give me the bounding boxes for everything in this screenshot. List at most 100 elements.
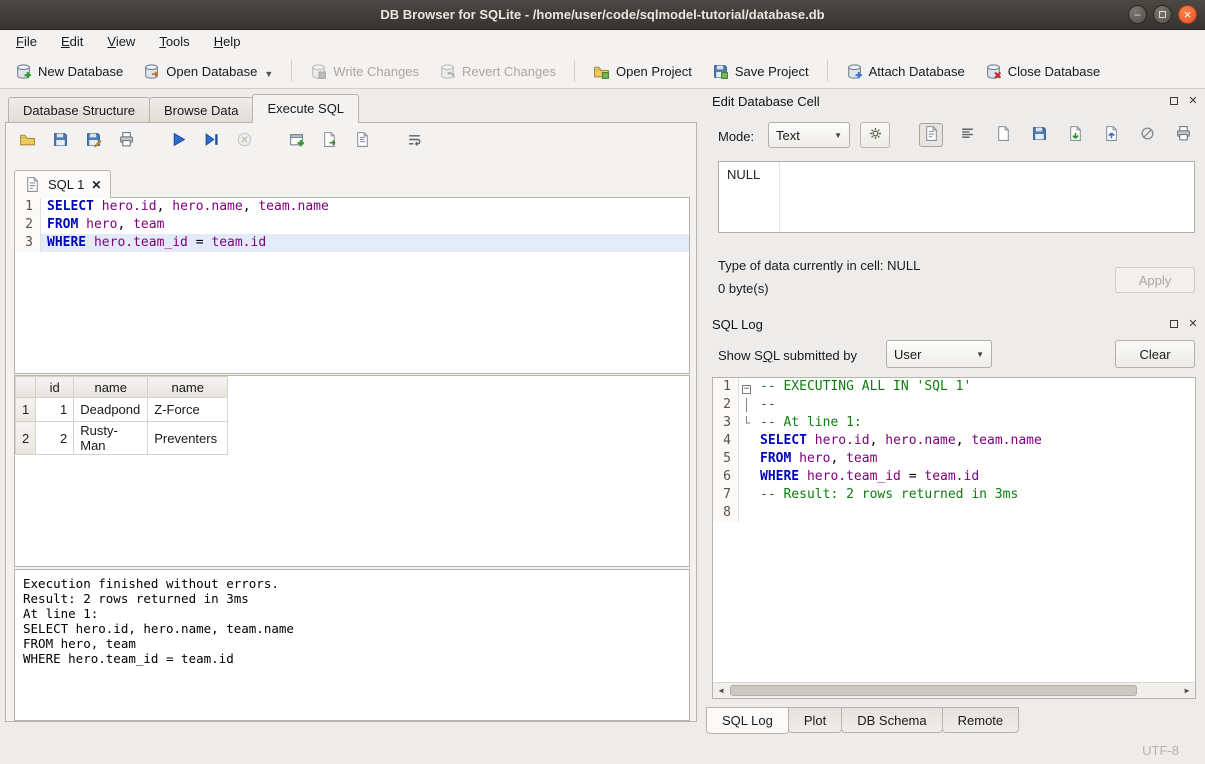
word-wrap-button[interactable] (403, 130, 425, 152)
export-icon (1103, 125, 1120, 145)
column-header[interactable]: name (74, 377, 148, 398)
execute-line-button[interactable] (200, 130, 222, 152)
menu-help[interactable]: Help (202, 30, 253, 54)
toolbar-separator (291, 60, 292, 82)
table-cell[interactable]: 2 (36, 422, 74, 455)
apply-settings-button[interactable] (860, 122, 890, 148)
clear-log-button[interactable]: Clear (1115, 340, 1195, 368)
float-dock-icon[interactable] (1168, 318, 1180, 330)
save-sql-file-button[interactable] (49, 130, 71, 152)
align-left-button[interactable] (955, 123, 979, 147)
toolbar-button-label: Save Project (735, 64, 809, 79)
tab-remote[interactable]: Remote (942, 707, 1020, 733)
tab-browse-data[interactable]: Browse Data (149, 97, 253, 123)
dropdown-arrow-icon[interactable]: ▼ (264, 69, 273, 80)
line-number: 2 (713, 396, 739, 414)
execute-all-button[interactable] (167, 130, 189, 152)
menubar: FileEditViewToolsHelp (0, 30, 1205, 54)
fold-collapse-icon[interactable]: − (742, 385, 751, 394)
statusbar: UTF-8 (0, 736, 1205, 764)
main-toolbar: New DatabaseOpen Database▼Write ChangesR… (0, 54, 1205, 89)
open-in-tab-button[interactable] (318, 130, 340, 152)
submitted-by-select[interactable]: User ▼ (886, 340, 992, 368)
table-cell[interactable]: Rusty-Man (74, 422, 148, 455)
print-button[interactable] (115, 130, 137, 152)
code-line: 2│-- (713, 396, 1195, 414)
stop-icon (236, 131, 253, 151)
cell-value-editor[interactable]: NULL (718, 161, 1195, 233)
export-button[interactable] (1099, 123, 1123, 147)
table-cell[interactable]: Z-Force (148, 398, 228, 422)
window-title: DB Browser for SQLite - /home/user/code/… (380, 7, 824, 22)
tab-execute-sql[interactable]: Execute SQL (252, 94, 359, 123)
new-database-icon (15, 63, 32, 80)
document-button[interactable] (991, 123, 1015, 147)
open-project-button[interactable]: Open Project (584, 58, 701, 85)
menu-edit[interactable]: Edit (49, 30, 95, 54)
execute-all-icon (170, 131, 187, 151)
horizontal-scrollbar[interactable]: ◀ ▶ (713, 682, 1195, 698)
apply-button: Apply (1115, 267, 1195, 293)
new-tab-button[interactable] (285, 130, 307, 152)
mode-select[interactable]: Text ▼ (768, 122, 850, 148)
column-header[interactable]: id (36, 377, 74, 398)
menu-file[interactable]: File (4, 30, 49, 54)
close-dock-icon[interactable]: ✕ (1187, 318, 1199, 330)
save-cell-button[interactable] (1027, 123, 1051, 147)
scroll-right-icon[interactable]: ▶ (1179, 683, 1195, 698)
tab-database-structure[interactable]: Database Structure (8, 97, 150, 123)
sql-document-tabs: SQL 1 ✕ (14, 168, 111, 198)
menu-view[interactable]: View (95, 30, 147, 54)
row-header[interactable]: 2 (16, 422, 36, 455)
format-sql-button[interactable] (351, 130, 373, 152)
close-tab-icon[interactable]: ✕ (91, 178, 101, 192)
cell-type-text: Type of data currently in cell: NULL (718, 258, 920, 273)
sql-document-tab[interactable]: SQL 1 ✕ (14, 170, 111, 198)
document-icon (995, 125, 1012, 145)
table-cell[interactable]: Deadpond (74, 398, 148, 422)
align-left-icon (959, 125, 976, 145)
row-header[interactable]: 1 (16, 398, 36, 422)
close-button[interactable]: × (1178, 5, 1197, 24)
sql-editor[interactable]: 1SELECT hero.id, hero.name, team.name2FR… (14, 197, 690, 374)
scroll-left-icon[interactable]: ◀ (713, 683, 729, 698)
tab-plot[interactable]: Plot (788, 707, 842, 733)
new-database-button[interactable]: New Database (6, 58, 132, 85)
save-project-button[interactable]: Save Project (703, 58, 818, 85)
menu-tools[interactable]: Tools (147, 30, 201, 54)
table-cell[interactable]: Preventers (148, 422, 228, 455)
apply-settings-icon (867, 125, 884, 145)
close-dock-icon[interactable]: ✕ (1187, 95, 1199, 107)
line-number: 3 (15, 234, 41, 252)
fold-column: │ (739, 396, 754, 414)
scrollbar-thumb[interactable] (730, 685, 1137, 696)
text-mode-button[interactable] (919, 123, 943, 147)
cell-editor-divider (779, 162, 780, 232)
code-text: FROM hero, team (754, 450, 1195, 468)
save-sql-as-button[interactable] (82, 130, 104, 152)
set-null-button[interactable] (1135, 123, 1159, 147)
open-sql-file-button[interactable] (16, 130, 38, 152)
table-cell[interactable]: 1 (36, 398, 74, 422)
code-text: -- At line 1: (754, 414, 1195, 432)
code-line: 3WHERE hero.team_id = team.id (15, 234, 689, 252)
sql-toolbar (16, 130, 425, 152)
code-text (754, 504, 1195, 522)
minimize-button[interactable]: − (1128, 5, 1147, 24)
results-grid: idnamename11DeadpondZ-Force22Rusty-ManPr… (14, 375, 690, 567)
save-sql-as-icon (85, 131, 102, 151)
sql-log-dock-controls: ✕ (1168, 318, 1199, 330)
attach-database-button[interactable]: Attach Database (837, 58, 974, 85)
float-dock-icon[interactable] (1168, 95, 1180, 107)
tab-db-schema[interactable]: DB Schema (841, 707, 942, 733)
import-button[interactable] (1063, 123, 1087, 147)
execution-output: Execution finished without errors. Resul… (14, 569, 690, 721)
close-database-button[interactable]: Close Database (976, 58, 1110, 85)
print-cell-button[interactable] (1171, 123, 1195, 147)
column-header[interactable]: name (148, 377, 228, 398)
maximize-button[interactable] (1153, 5, 1172, 24)
tab-sql-log[interactable]: SQL Log (706, 707, 789, 734)
titlebar[interactable]: DB Browser for SQLite - /home/user/code/… (0, 0, 1205, 30)
code-line: 8 (713, 504, 1195, 522)
open-database-button[interactable]: Open Database▼ (134, 58, 282, 85)
